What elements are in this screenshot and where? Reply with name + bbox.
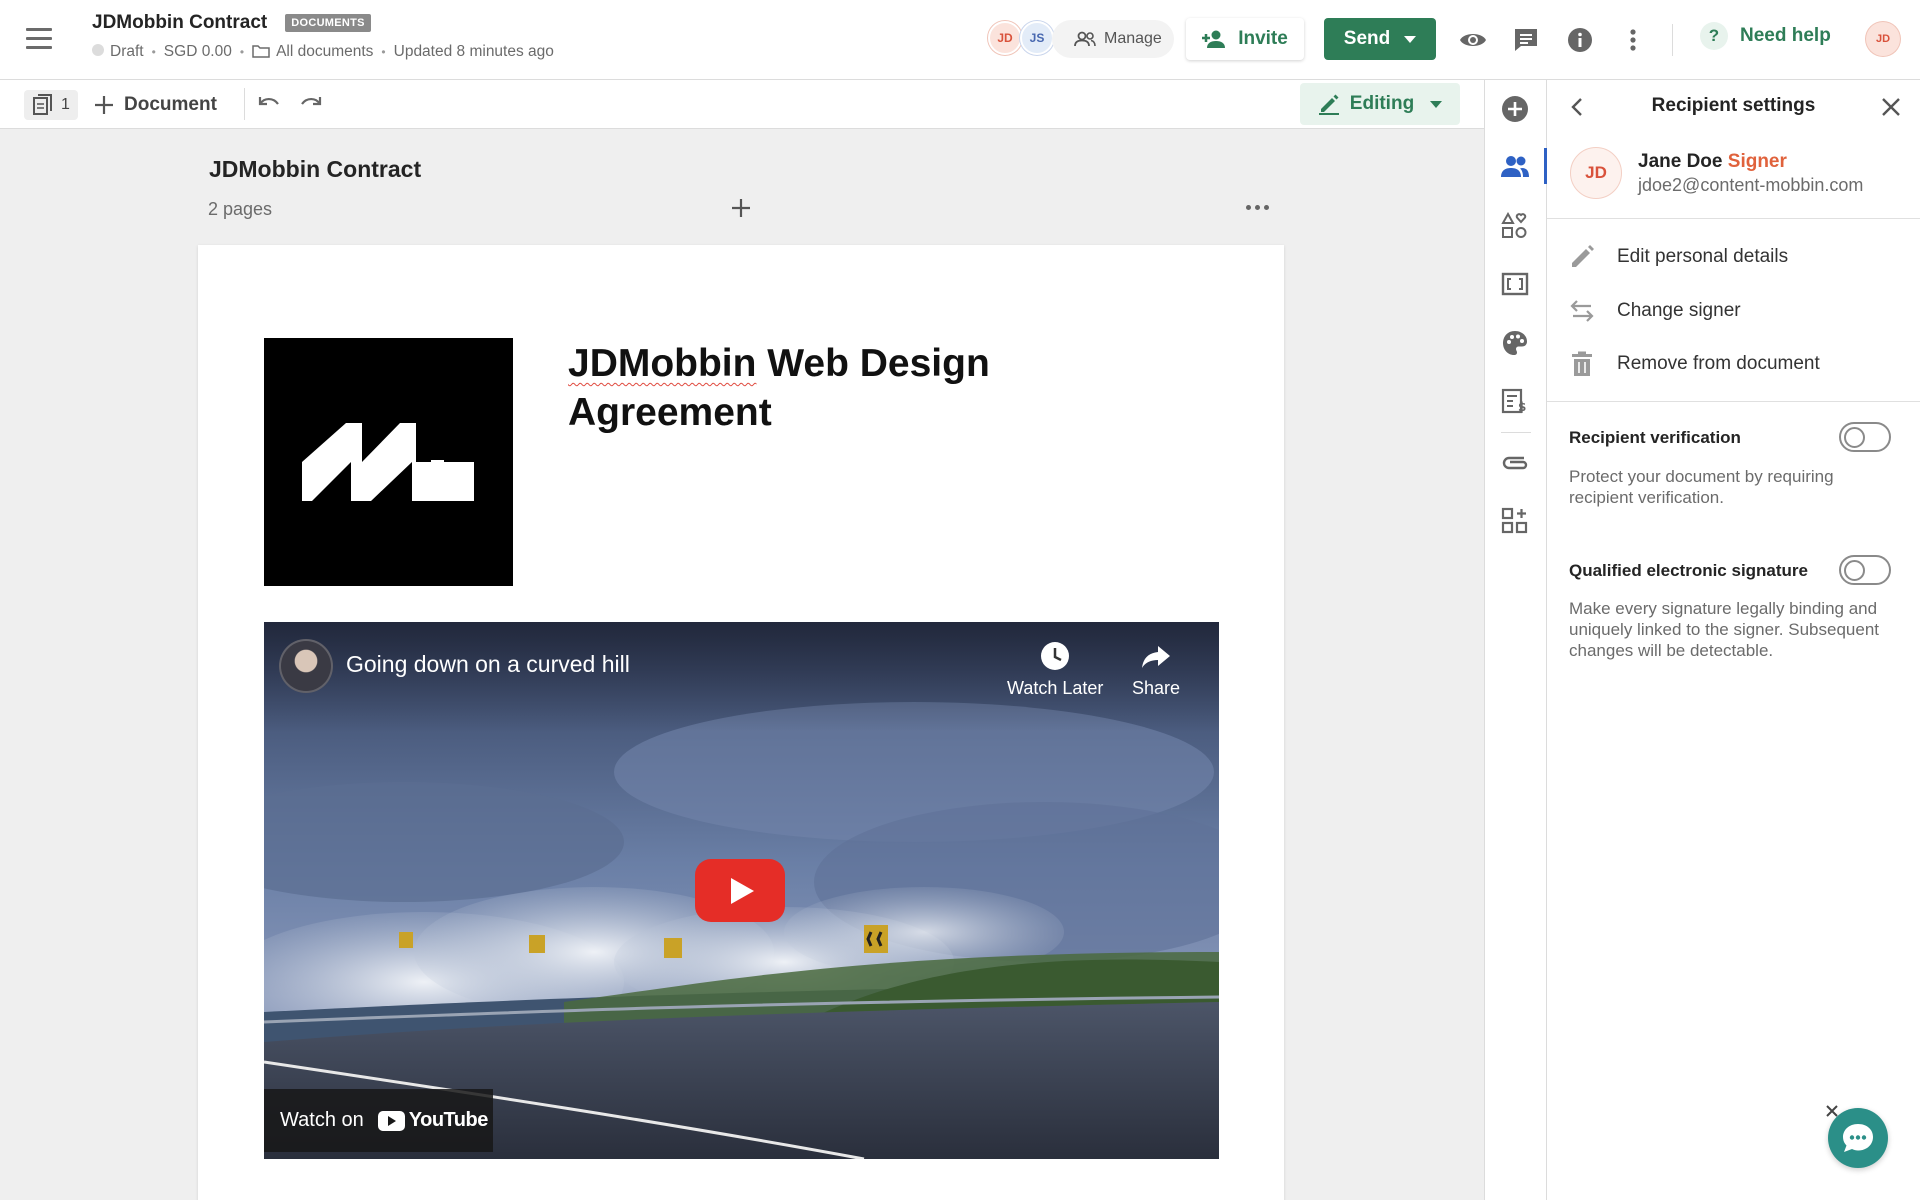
documents-badge: DOCUMENTS [285, 14, 371, 32]
change-signer-button[interactable]: Change signer [1569, 296, 1741, 326]
share-arrow-icon [1142, 646, 1171, 668]
chevron-down-icon [1404, 35, 1417, 43]
question-icon: ? [1700, 22, 1728, 50]
preview-eye-icon[interactable] [1458, 25, 1488, 55]
updated-time: Updated 8 minutes ago [393, 43, 554, 60]
side-icon-rail: $ [1484, 80, 1547, 1200]
invite-button[interactable]: Invite [1186, 18, 1304, 60]
header-divider [1672, 24, 1673, 56]
recipient-avatar: JD [1570, 147, 1622, 199]
apps-integrations-icon[interactable] [1500, 506, 1530, 536]
embed-frame-icon[interactable] [1500, 269, 1530, 299]
pages-thumbnail-button[interactable]: 1 [24, 90, 78, 120]
status-draft: Draft [92, 43, 144, 61]
recipient-email: jdoe2@content-mobbin.com [1638, 175, 1864, 195]
recipient-name-row: Jane Doe Signer [1638, 151, 1787, 172]
play-button[interactable] [695, 859, 785, 922]
toolbar-divider [244, 88, 245, 120]
shapes-icon[interactable] [1500, 211, 1530, 241]
avatar-jd[interactable]: JD [988, 21, 1022, 55]
qes-label: Qualified electronic signature [1569, 561, 1809, 580]
undo-icon[interactable] [256, 93, 282, 118]
pricing-table-icon[interactable]: $ [1500, 386, 1530, 416]
rail-divider [1501, 432, 1531, 433]
recipient-settings-panel: Recipient settings JD Jane Doe Signer jd… [1547, 80, 1920, 1200]
panel-title: Recipient settings [1651, 95, 1816, 116]
attachment-icon[interactable] [1500, 447, 1530, 477]
add-content-icon[interactable] [1500, 94, 1530, 124]
send-button[interactable]: Send [1324, 18, 1436, 60]
canvas-document-title: JDMobbin Contract [209, 156, 422, 182]
document-title[interactable]: JDMobbin Contract [92, 12, 267, 34]
recipient-role: Signer [1727, 151, 1787, 172]
folder-icon [252, 45, 270, 58]
play-icon [731, 877, 754, 904]
meta-separator: • [239, 45, 245, 59]
manage-button[interactable]: Manage [1052, 20, 1174, 58]
status-dot-icon [92, 44, 104, 56]
palette-icon[interactable] [1500, 328, 1530, 358]
watch-on-youtube-link[interactable]: Watch on YouTube [264, 1089, 493, 1152]
plus-icon [95, 96, 113, 114]
close-icon[interactable] [1880, 96, 1902, 123]
top-header: JDMobbin Contract DOCUMENTS Draft • SGD … [0, 0, 1920, 80]
folder-link[interactable]: All documents [252, 43, 373, 61]
people-icon [1074, 31, 1096, 47]
chat-support-button[interactable] [1828, 1108, 1888, 1168]
chat-bubble-icon [1843, 1124, 1873, 1152]
clock-icon [1041, 642, 1070, 670]
redo-icon[interactable] [298, 93, 324, 118]
chevron-down-icon [1430, 100, 1443, 108]
document-meta: Draft • SGD 0.00 • All documents • Updat… [92, 43, 554, 61]
panel-divider [1547, 401, 1920, 402]
document-canvas[interactable]: JDMobbin Contract 2 pages JDMobbin Web D… [0, 129, 1484, 1200]
recipient-verification-description: Protect your document by requiring recip… [1569, 467, 1834, 507]
menu-icon[interactable] [26, 28, 52, 50]
document-amount: SGD 0.00 [163, 43, 232, 60]
recipient-verification-toggle[interactable] [1839, 422, 1891, 452]
need-help-button[interactable]: ? Need help [1700, 22, 1831, 50]
add-page-icon[interactable] [728, 195, 754, 221]
meta-separator: • [381, 45, 386, 59]
toggle-knob [1844, 559, 1865, 581]
svg-text:$: $ [1518, 400, 1526, 414]
info-icon[interactable] [1565, 25, 1595, 55]
editing-mode-button[interactable]: Editing [1300, 83, 1460, 125]
pencil-icon [1572, 245, 1594, 267]
qes-toggle[interactable] [1839, 555, 1891, 585]
more-horizontal-icon[interactable] [1246, 205, 1269, 210]
channel-avatar[interactable] [279, 639, 333, 693]
avatar-js[interactable]: JS [1020, 21, 1054, 55]
meta-separator: • [151, 45, 156, 59]
panel-divider [1547, 218, 1920, 219]
page-count: 2 pages [208, 199, 273, 219]
comments-icon[interactable] [1511, 25, 1541, 55]
document-title-area: JDMobbin Contract DOCUMENTS Draft • SGD … [92, 12, 554, 61]
watch-later-button[interactable]: Watch Later [1007, 640, 1103, 699]
youtube-logo: YouTube [377, 1109, 488, 1132]
editor-toolbar: 1 Document Editing [0, 80, 1484, 129]
pages-icon [33, 94, 52, 115]
document-page[interactable]: JDMobbin Web Design Agreement Going down… [198, 245, 1284, 1200]
user-avatar[interactable]: JD [1866, 22, 1900, 56]
toggle-knob [1844, 426, 1865, 448]
embedded-video[interactable]: Going down on a curved hill Watch Later … [264, 622, 1219, 1159]
agreement-title[interactable]: JDMobbin Web Design Agreement [568, 339, 1088, 437]
recipients-icon[interactable] [1500, 152, 1530, 182]
share-button[interactable]: Share [1132, 640, 1180, 699]
add-person-icon [1202, 30, 1226, 48]
logo-mark-icon [302, 423, 474, 501]
pencil-icon [1318, 94, 1339, 115]
trash-icon [1572, 351, 1592, 376]
remove-from-document-button[interactable]: Remove from document [1569, 349, 1820, 379]
video-title[interactable]: Going down on a curved hill [346, 651, 630, 678]
youtube-play-icon [377, 1110, 405, 1131]
more-vertical-icon[interactable] [1618, 25, 1648, 55]
swap-arrows-icon [1570, 300, 1594, 322]
qes-description: Make every signature legally binding and… [1569, 599, 1880, 660]
recipient-verification-label: Recipient verification [1569, 428, 1741, 447]
edit-personal-details-button[interactable]: Edit personal details [1569, 242, 1788, 272]
add-document-button[interactable]: Document [94, 90, 217, 120]
company-logo[interactable] [264, 338, 513, 586]
